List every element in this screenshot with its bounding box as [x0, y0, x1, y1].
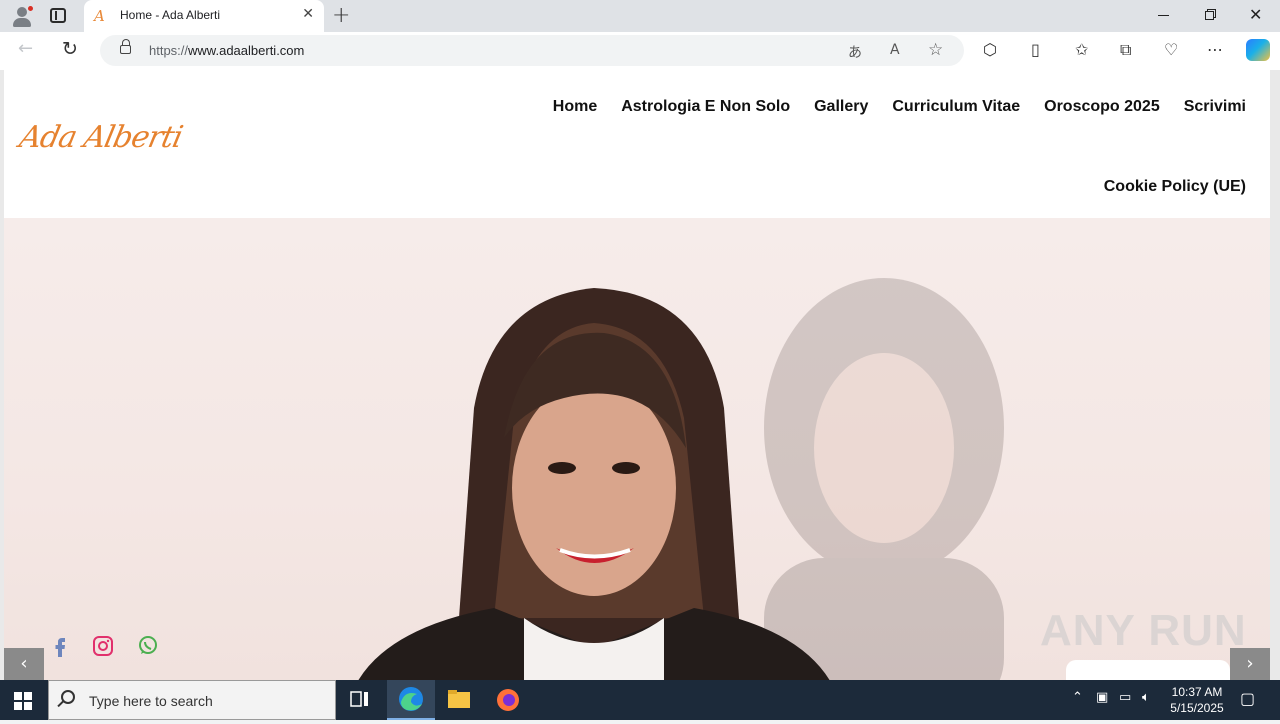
- windows-taskbar: Type here to search ⌃ ▣ ▭ 🔈︎ 10:37 AM 5/…: [0, 680, 1280, 720]
- close-tab-icon[interactable]: ✕: [302, 6, 314, 22]
- taskbar-search-box[interactable]: Type here to search: [48, 680, 336, 720]
- whatsapp-icon[interactable]: [136, 634, 160, 658]
- clock-date: 5/15/2025: [1170, 701, 1224, 715]
- hero-slider: ANY RUN ‹ ›: [4, 218, 1270, 680]
- tray-device-icon[interactable]: ▣: [1096, 690, 1108, 705]
- more-icon[interactable]: ⋯: [1207, 40, 1223, 59]
- file-explorer-icon[interactable]: [435, 680, 483, 720]
- split-screen-icon[interactable]: ▯: [1031, 40, 1040, 59]
- slider-prev-button[interactable]: ‹: [4, 648, 44, 680]
- site-logo[interactable]: Ada Alberti: [16, 120, 185, 155]
- profile-icon[interactable]: [10, 4, 34, 28]
- network-icon[interactable]: ▭: [1119, 690, 1131, 705]
- close-window-button[interactable]: ✕: [1249, 5, 1262, 24]
- url-text[interactable]: https://www.adaalberti.com: [149, 43, 304, 58]
- hero-portrait-image: [358, 288, 830, 680]
- nav-scrivimi[interactable]: Scrivimi: [1184, 98, 1246, 116]
- windows-start-icon[interactable]: [14, 692, 32, 710]
- minimize-button[interactable]: [1158, 15, 1169, 16]
- edge-icon[interactable]: [387, 680, 435, 720]
- cookie-banner-tab[interactable]: [1066, 660, 1230, 680]
- copilot-icon[interactable]: [1246, 39, 1270, 61]
- clock-time: 10:37 AM: [1171, 685, 1223, 699]
- favorite-star-icon[interactable]: ☆: [928, 40, 943, 60]
- back-icon[interactable]: ←: [18, 38, 33, 59]
- instagram-icon[interactable]: [91, 634, 115, 658]
- tray-overflow-icon[interactable]: ⌃: [1072, 690, 1083, 705]
- system-clock[interactable]: 10:37 AM 5/15/2025: [1162, 684, 1232, 716]
- favorites-icon[interactable]: ✩: [1075, 40, 1088, 59]
- browser-toolbar: ← ↻ https://www.adaalberti.com あ A ☆ ⬡ ▯…: [0, 32, 1280, 70]
- nav-curriculum[interactable]: Curriculum Vitae: [892, 98, 1020, 116]
- anyrun-watermark: ANY RUN: [1040, 606, 1247, 655]
- browser-essentials-icon[interactable]: ♡: [1164, 40, 1178, 59]
- read-aloud-icon[interactable]: A: [890, 42, 900, 58]
- notification-icon[interactable]: ▢: [1240, 689, 1255, 708]
- title-bar: A Home - Ada Alberti ✕ + ✕: [0, 0, 1280, 32]
- slider-next-button[interactable]: ›: [1230, 648, 1270, 680]
- nav-home[interactable]: Home: [553, 98, 597, 116]
- tab-title: Home - Ada Alberti: [120, 8, 221, 22]
- lock-icon[interactable]: [120, 39, 131, 54]
- tab-home[interactable]: A Home - Ada Alberti ✕: [84, 0, 324, 32]
- extensions-icon[interactable]: ⬡: [983, 40, 997, 59]
- new-tab-icon[interactable]: +: [332, 3, 350, 28]
- search-placeholder: Type here to search: [89, 693, 213, 709]
- firefox-icon[interactable]: [484, 680, 532, 720]
- nav-row-2: Cookie Policy (UE): [1104, 176, 1246, 196]
- nav-oroscopo[interactable]: Oroscopo 2025: [1044, 98, 1160, 116]
- nav-astrologia[interactable]: Astrologia E Non Solo: [621, 98, 790, 116]
- address-bar[interactable]: https://www.adaalberti.com あ A ☆: [100, 35, 964, 66]
- translate-icon[interactable]: あ: [848, 42, 862, 62]
- collections-icon[interactable]: ⧉: [1120, 40, 1131, 60]
- restore-button[interactable]: [1205, 9, 1216, 20]
- page-scrollbar[interactable]: [1270, 70, 1280, 680]
- tab-actions-icon[interactable]: [50, 8, 66, 23]
- search-icon: [61, 690, 75, 704]
- reload-icon[interactable]: ↻: [62, 38, 78, 60]
- main-nav: Home Astrologia E Non Solo Gallery Curri…: [553, 98, 1246, 116]
- nav-gallery[interactable]: Gallery: [814, 98, 868, 116]
- task-view-icon[interactable]: [336, 680, 384, 720]
- facebook-icon[interactable]: [48, 634, 72, 658]
- volume-icon[interactable]: 🔈︎: [1142, 690, 1150, 705]
- nav-cookie-policy[interactable]: Cookie Policy (UE): [1104, 178, 1246, 195]
- site-favicon-icon: A: [94, 7, 105, 25]
- web-page: Ada Alberti Home Astrologia E Non Solo G…: [0, 70, 1280, 680]
